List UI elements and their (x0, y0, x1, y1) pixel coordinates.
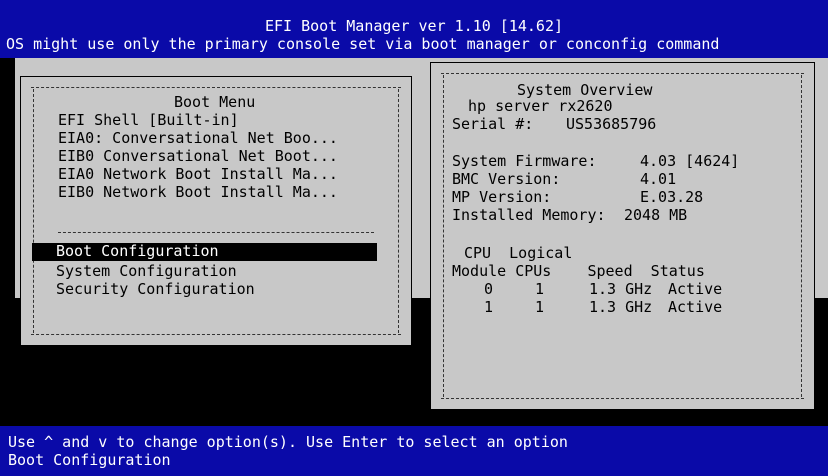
firmware-label: System Firmware: (452, 152, 597, 170)
boot-option-eib0-network-install[interactable]: EIB0 Network Boot Install Ma... (58, 184, 338, 201)
overview-panel-top-border (441, 73, 804, 74)
firmware-value: 4.03 [4624] (640, 152, 740, 170)
boot-manager-title: EFI Boot Manager ver 1.10 [14.62] (264, 17, 563, 35)
server-model: hp server rx2620 (468, 97, 613, 115)
boot-menu-title: Boot Menu (174, 93, 256, 111)
menu-panel-top-border (31, 87, 401, 88)
mp-version-label: MP Version: (452, 188, 552, 206)
menu-divider (58, 232, 374, 233)
boot-option-eib0-conversational[interactable]: EIB0 Conversational Net Boot... (58, 148, 338, 165)
cpu-row-cpus: 1 (535, 298, 545, 316)
bmc-version-label: BMC Version: (452, 170, 561, 188)
cpu-row-speed: 1.3 GHz (589, 280, 653, 298)
cpu-row-status: Active (668, 298, 723, 316)
bmc-version-value: 4.01 (640, 170, 677, 188)
cpu-header-line-2: Module CPUs Speed Status (452, 262, 705, 280)
overview-panel-bottom-border (441, 398, 804, 399)
footer-bar: Use ^ and v to change option(s). Use Ent… (0, 426, 828, 476)
boot-option-eia0-network-install[interactable]: EIA0 Network Boot Install Ma... (58, 166, 338, 183)
installed-memory-value: 2048 MB (624, 206, 688, 224)
status-text: Boot Configuration (8, 451, 171, 469)
help-text: Use ^ and v to change option(s). Use Ent… (8, 433, 568, 451)
console-notice: OS might use only the primary console se… (6, 36, 720, 53)
security-configuration-item[interactable]: Security Configuration (56, 281, 255, 298)
header-bar: EFI Boot Manager ver 1.10 [14.62] OS mig… (0, 0, 828, 58)
serial-label: Serial #: (452, 115, 534, 133)
mp-version-value: E.03.28 (640, 188, 704, 206)
cpu-row-speed: 1.3 GHz (589, 298, 653, 316)
installed-memory-label: Installed Memory: (452, 206, 606, 224)
cpu-row-cpus: 1 (535, 280, 545, 298)
menu-panel-bottom-border (31, 334, 401, 335)
cpu-row-module: 1 (484, 298, 494, 316)
boot-option-efi-shell[interactable]: EFI Shell [Built-in] (58, 112, 239, 129)
cpu-header-line-1: CPU Logical (464, 244, 573, 262)
serial-value: US53685796 (566, 115, 657, 133)
system-configuration-item[interactable]: System Configuration (56, 263, 237, 280)
cpu-row-status: Active (668, 280, 723, 298)
boot-option-eia0-conversational[interactable]: EIA0: Conversational Net Boo... (58, 130, 338, 147)
cpu-row-module: 0 (484, 280, 494, 298)
boot-configuration-item[interactable]: Boot Configuration (32, 243, 377, 261)
